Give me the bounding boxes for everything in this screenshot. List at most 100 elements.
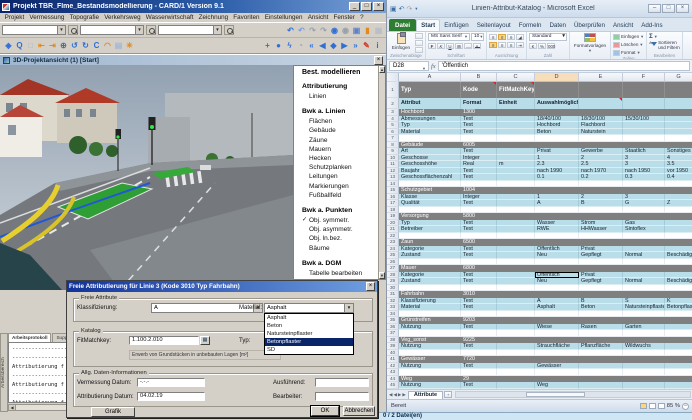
ribbon-tab-formeln[interactable]: Formeln [515,20,546,31]
align-middle-button[interactable]: ≡ [498,34,506,40]
zellen-item-lschen[interactable]: Löschen▼ [613,41,643,48]
close-button[interactable]: × [676,4,689,13]
material-option-natursteinpflaster[interactable]: Natursteinpflaster [265,330,353,338]
prev-view-icon[interactable]: ⇤ [36,40,47,52]
grafik-button[interactable]: Grafik [91,407,135,417]
cell-G1[interactable] [665,82,692,98]
material-option-betonpflaster[interactable]: Betonpflaster [265,338,353,346]
pagebreak-view-icon[interactable] [658,403,665,409]
cell-G45[interactable] [665,382,692,389]
maximize-button[interactable]: □ [662,4,675,13]
attributierung-datum-field[interactable]: 04.02.19 [137,392,205,401]
column-header-G[interactable]: G [665,73,692,82]
log-tab-1[interactable]: Arbeitsprotokoll [8,333,51,342]
menu-ansicht[interactable]: Ansicht [305,14,331,21]
pan-icon[interactable]: ◈ [3,40,14,52]
chevron-down-icon[interactable]: ▼ [213,26,221,34]
panel-item-mauern[interactable]: Mauern [302,145,376,154]
search-icon[interactable] [68,25,78,35]
rotate-left-icon[interactable]: ↺ [69,40,80,52]
ok-button[interactable]: OK [311,406,339,416]
globe-inactive-icon[interactable]: ◉ [340,24,351,36]
panel-item-gebäude[interactable]: Gebäude [302,126,376,135]
exit-project-icon[interactable]: ▮ [362,24,373,36]
cell-C45[interactable] [497,382,535,389]
cell-E1[interactable] [579,82,623,98]
station-combo-2[interactable]: ▼ [80,25,144,35]
horizontal-scrollbar[interactable] [455,391,691,398]
station-combo-3[interactable]: ▼ [158,25,222,35]
ribbon-tab-datei[interactable]: Datei [389,19,416,31]
align-top-button[interactable]: ≡ [489,34,497,40]
row-header-45[interactable]: 45 [387,382,399,389]
scroll-left-icon[interactable]: ◀ [9,405,16,410]
undo-all-icon[interactable]: ↶ [296,24,307,36]
cell-A1[interactable]: Typ [399,82,461,98]
font-name-combo[interactable]: MS Sans Serif▼ [428,33,470,41]
fill-color-button[interactable] [464,43,472,49]
globe-active-icon[interactable]: ◉ [329,24,340,36]
sheet-nav-icons[interactable]: ◀◀▶▶ [389,392,407,398]
panel-item-objasymmetr[interactable]: Obj. asymmetr. [302,225,376,234]
last-icon[interactable]: » [350,40,361,52]
card1-titlebar[interactable]: Projekt TBR_Flme_Bestandsmodellierung - … [0,0,386,13]
material-option-asphalt[interactable]: Asphalt [265,314,353,322]
formula-input[interactable]: 'Öffentlich [438,61,690,71]
zoom-out-icon[interactable]: − [682,403,689,410]
rotate-right-icon[interactable]: ↻ [80,40,91,52]
cell-F45[interactable] [623,382,665,389]
arc-icon[interactable]: ◠ [102,40,113,52]
dialog-close-icon[interactable]: × [366,282,375,291]
bearbeiter-field[interactable] [315,392,369,401]
ribbon-tab-daten[interactable]: Daten [545,20,570,31]
column-header-F[interactable]: F [623,73,665,82]
panel-scrollbar[interactable]: ▲ ▼ [378,66,385,279]
panel-item-zäune[interactable]: Zäune [302,136,376,145]
menu-einstellungen[interactable]: Einstellungen [262,14,305,21]
minimize-button[interactable]: _ [349,2,360,11]
cell-D1[interactable] [535,82,579,98]
minimize-button[interactable]: – [648,4,661,13]
panel-item-markierungen[interactable]: Markierungen [302,182,376,191]
station-combo-1[interactable]: ▼ [2,25,66,35]
viewport-titlebar[interactable]: 3D-Projektansicht (1) [Start] × [0,54,386,65]
zellen-item-einfgen[interactable]: Einfügen▼ [613,33,644,40]
orientation-button[interactable]: ◢ [516,34,524,40]
thousands-button[interactable]: 000 [547,43,555,49]
info-icon[interactable]: i [372,40,383,52]
select-all-corner[interactable] [387,73,399,82]
search-icon[interactable] [224,25,234,35]
panel-item-leitungen[interactable]: Leitungen [302,172,376,181]
undo-icon[interactable]: ↶ [399,5,405,13]
redo-icon[interactable]: ↷ [307,24,318,36]
zoom-icon[interactable]: ⊕ [58,40,69,52]
menu-favoriten[interactable]: Favoriten [231,14,262,21]
cut-icon[interactable] [415,33,423,39]
fx-icon[interactable]: fx [431,63,436,70]
cell-B45[interactable]: Text [461,382,497,389]
percent-button[interactable]: % [538,43,546,49]
cell-A45[interactable]: Nutzung [399,382,461,389]
menu-verkehrsweg[interactable]: Verkehrsweg [102,14,144,21]
viewport-3d[interactable] [0,65,293,290]
edit-icon[interactable]: ✎ [361,40,372,52]
material-option-beton[interactable]: Beton [265,322,353,330]
cell-A2[interactable]: Attribut [399,98,461,109]
copy-icon[interactable] [415,40,423,46]
menu-topografie[interactable]: Topografie [67,14,102,21]
next-icon[interactable]: ▶ [339,40,350,52]
cell-E2[interactable] [579,98,623,109]
panel-item-bäume[interactable]: Bäume [302,244,376,253]
layout-view-icon[interactable] [649,403,656,409]
panel-item-hecken[interactable]: Hecken [302,154,376,163]
column-header-E[interactable]: E [579,73,623,82]
ribbon-tab-ansicht[interactable]: Ansicht [609,20,637,31]
panel-item-schutzplanken[interactable]: Schutzplanken [302,163,376,172]
add-icon[interactable]: + [262,40,273,52]
cell-F2[interactable] [623,98,665,109]
cell-D2[interactable]: Auswahlmöglichkeiten [535,98,579,109]
paste-button[interactable]: Einfügen [389,33,413,50]
panel-item-objlnbez[interactable]: Obj. ln.bez. [302,234,376,243]
align-left-button[interactable]: ≡ [489,42,497,48]
menu-fenster[interactable]: Fenster [331,14,358,21]
